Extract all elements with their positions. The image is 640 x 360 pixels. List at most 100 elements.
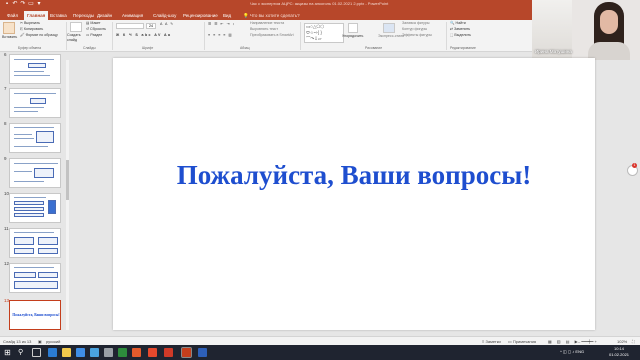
clock-time: 10:14 (614, 346, 625, 351)
slide-thumbnails-panel[interactable]: 6 7 8 9 10 11 12 13 Пожалуйста, Ваши воп… (0, 52, 72, 336)
notes-label: Заметки (485, 339, 501, 344)
copy-button[interactable]: ⎘ Копировать (20, 27, 43, 32)
windows-start-icon[interactable]: ⊞ (4, 348, 13, 357)
select-button[interactable]: ⬚ Выделить (450, 33, 471, 38)
group-label-font: Шрифт (142, 46, 154, 50)
slide-thumbnail-selected[interactable]: Пожалуйста, Ваши вопросы! (9, 300, 61, 330)
thumb-line (14, 171, 32, 172)
search-icon[interactable]: ⚲ (18, 348, 27, 357)
quick-styles-icon[interactable] (383, 23, 395, 33)
new-slide-icon[interactable] (70, 22, 82, 32)
shape-effects-button[interactable]: Эффекты фигуры (402, 33, 432, 38)
file-explorer-icon[interactable] (62, 348, 71, 357)
shape-fill-button[interactable]: Заливка фигуры (402, 21, 429, 26)
tab-slideshow[interactable]: Слайд-шоу (150, 11, 179, 20)
find-button[interactable]: 🔍 Найти (450, 21, 466, 26)
font-name-dropdown[interactable] (116, 23, 144, 29)
quick-styles-button[interactable]: Экспресс-стили (378, 34, 404, 39)
format-painter-button[interactable]: 🖌 Формат по образцу (20, 33, 58, 38)
text-direction-button[interactable]: Направление текста (250, 21, 284, 26)
shapes-gallery[interactable]: ▭○△⬠⬡ ⬭☆⇨{ } ⌒↷⇩▱ (304, 23, 344, 43)
group-label-clipboard: Буфер обмена (18, 46, 42, 50)
app-icon-blue[interactable] (198, 348, 207, 357)
group-label-slides: Слайды (83, 46, 96, 50)
redo-icon[interactable]: ↷ (20, 1, 26, 8)
arrange-button[interactable]: Упорядочить (342, 34, 363, 39)
customize-toolbar-icon[interactable]: ▾ (36, 1, 42, 8)
layout-button[interactable]: ▤ Макет (86, 21, 101, 26)
chrome-icon[interactable] (148, 348, 157, 357)
spellcheck-icon[interactable]: ▣ (38, 338, 42, 345)
tab-file[interactable]: Файл (4, 11, 21, 20)
slide-thumbnail[interactable] (9, 88, 61, 118)
new-slide-button[interactable]: Создать слайд (67, 33, 85, 42)
thumb-box (14, 281, 58, 289)
thumb-box (14, 201, 44, 205)
divider (446, 22, 447, 50)
tab-design[interactable]: Дизайн (94, 11, 115, 20)
slide-canvas[interactable]: Пожалуйста, Ваши вопросы! (113, 58, 595, 330)
align-buttons[interactable]: ≡ ≡ ≡ ≡ ▥ (208, 33, 233, 38)
divider (204, 22, 205, 50)
reset-button[interactable]: ↺ Сбросить (86, 27, 106, 32)
replace-button[interactable]: ⇄ Заменить (450, 27, 470, 32)
slide-thumbnail[interactable] (9, 193, 61, 223)
mail-icon[interactable] (76, 348, 85, 357)
align-text-button[interactable]: Выровнять текст (250, 27, 278, 32)
thumb-box (14, 248, 34, 254)
thumb-line (14, 111, 38, 112)
slide-thumbnail[interactable] (9, 263, 61, 293)
language-indicator[interactable]: русский (46, 338, 60, 345)
tab-home[interactable]: Главная (24, 11, 49, 20)
thumb-box (30, 98, 46, 104)
zoom-slider[interactable]: – ━━━┿━ + (578, 338, 597, 345)
browser-icon[interactable] (48, 348, 57, 357)
start-slideshow-icon[interactable]: ▭ (28, 1, 34, 8)
divider (300, 22, 301, 50)
tab-insert[interactable]: Вставка (47, 11, 70, 20)
tab-animations[interactable]: Анимация (119, 11, 146, 20)
app-icon-red[interactable] (164, 348, 173, 357)
task-view-icon[interactable] (32, 348, 41, 357)
paste-icon[interactable] (3, 22, 15, 34)
scrollbar-thumb[interactable] (66, 160, 69, 200)
section-button[interactable]: ▭ Раздел (86, 33, 102, 38)
arrange-icon[interactable] (348, 23, 358, 33)
zoom-level[interactable]: 102% (617, 338, 627, 345)
thumb-line (14, 71, 44, 72)
edge-icon[interactable] (90, 348, 99, 357)
undo-icon[interactable]: ↶ (12, 1, 18, 8)
group-label-paragraph: Абзац (240, 46, 250, 50)
notes-button[interactable]: ≡ Заметки (482, 338, 501, 345)
group-label-editing: Редактирование (450, 46, 476, 50)
powerpoint-taskbar-icon[interactable] (181, 347, 192, 358)
slide-thumbnail[interactable] (9, 54, 61, 84)
app-icon-green[interactable] (118, 348, 127, 357)
cut-button[interactable]: ✂ Вырезать (20, 21, 40, 26)
tab-view[interactable]: Вид (220, 11, 234, 20)
tray-icons[interactable]: ^ ◫ ◻ ♪ ENG (560, 349, 584, 354)
fit-slide-icon[interactable]: ⛶ (632, 338, 635, 345)
thumb-box (28, 63, 46, 68)
paste-button[interactable]: Вставить (2, 35, 17, 40)
font-size-dropdown[interactable]: 24 (146, 23, 156, 29)
view-buttons[interactable]: ▦ ▥ ▤ ▶ (548, 338, 580, 345)
tell-me-label: Что вы хотите сделать? (249, 13, 300, 18)
convert-smartart-button[interactable]: Преобразовать в SmartArt (250, 33, 294, 38)
store-icon[interactable] (104, 348, 113, 357)
slide-thumbnail[interactable] (9, 123, 61, 153)
app-icon-orange[interactable] (132, 348, 141, 357)
slide-thumbnail[interactable] (9, 158, 61, 188)
font-format-buttons[interactable]: Ж К Ч S abc AV Aa (116, 33, 171, 38)
shape-outline-button[interactable]: Контур фигуры (402, 27, 427, 32)
slide-counter: Слайд 13 из 13 (3, 339, 32, 344)
list-buttons[interactable]: ☰ ☰ ⇤ ⇥ ↕ (208, 22, 235, 27)
font-size-buttons[interactable]: A A ✎ (160, 22, 174, 27)
slide-thumbnail[interactable] (9, 228, 61, 258)
tell-me-search[interactable]: 💡 Что вы хотите сделать? (240, 11, 303, 20)
save-icon[interactable]: ▪ (4, 1, 10, 8)
tab-review[interactable]: Рецензирование (180, 11, 221, 20)
thumb-line (14, 146, 48, 147)
comments-button[interactable]: ▭ Примечания (508, 338, 536, 345)
slide-title[interactable]: Пожалуйста, Ваши вопросы! (113, 160, 595, 191)
